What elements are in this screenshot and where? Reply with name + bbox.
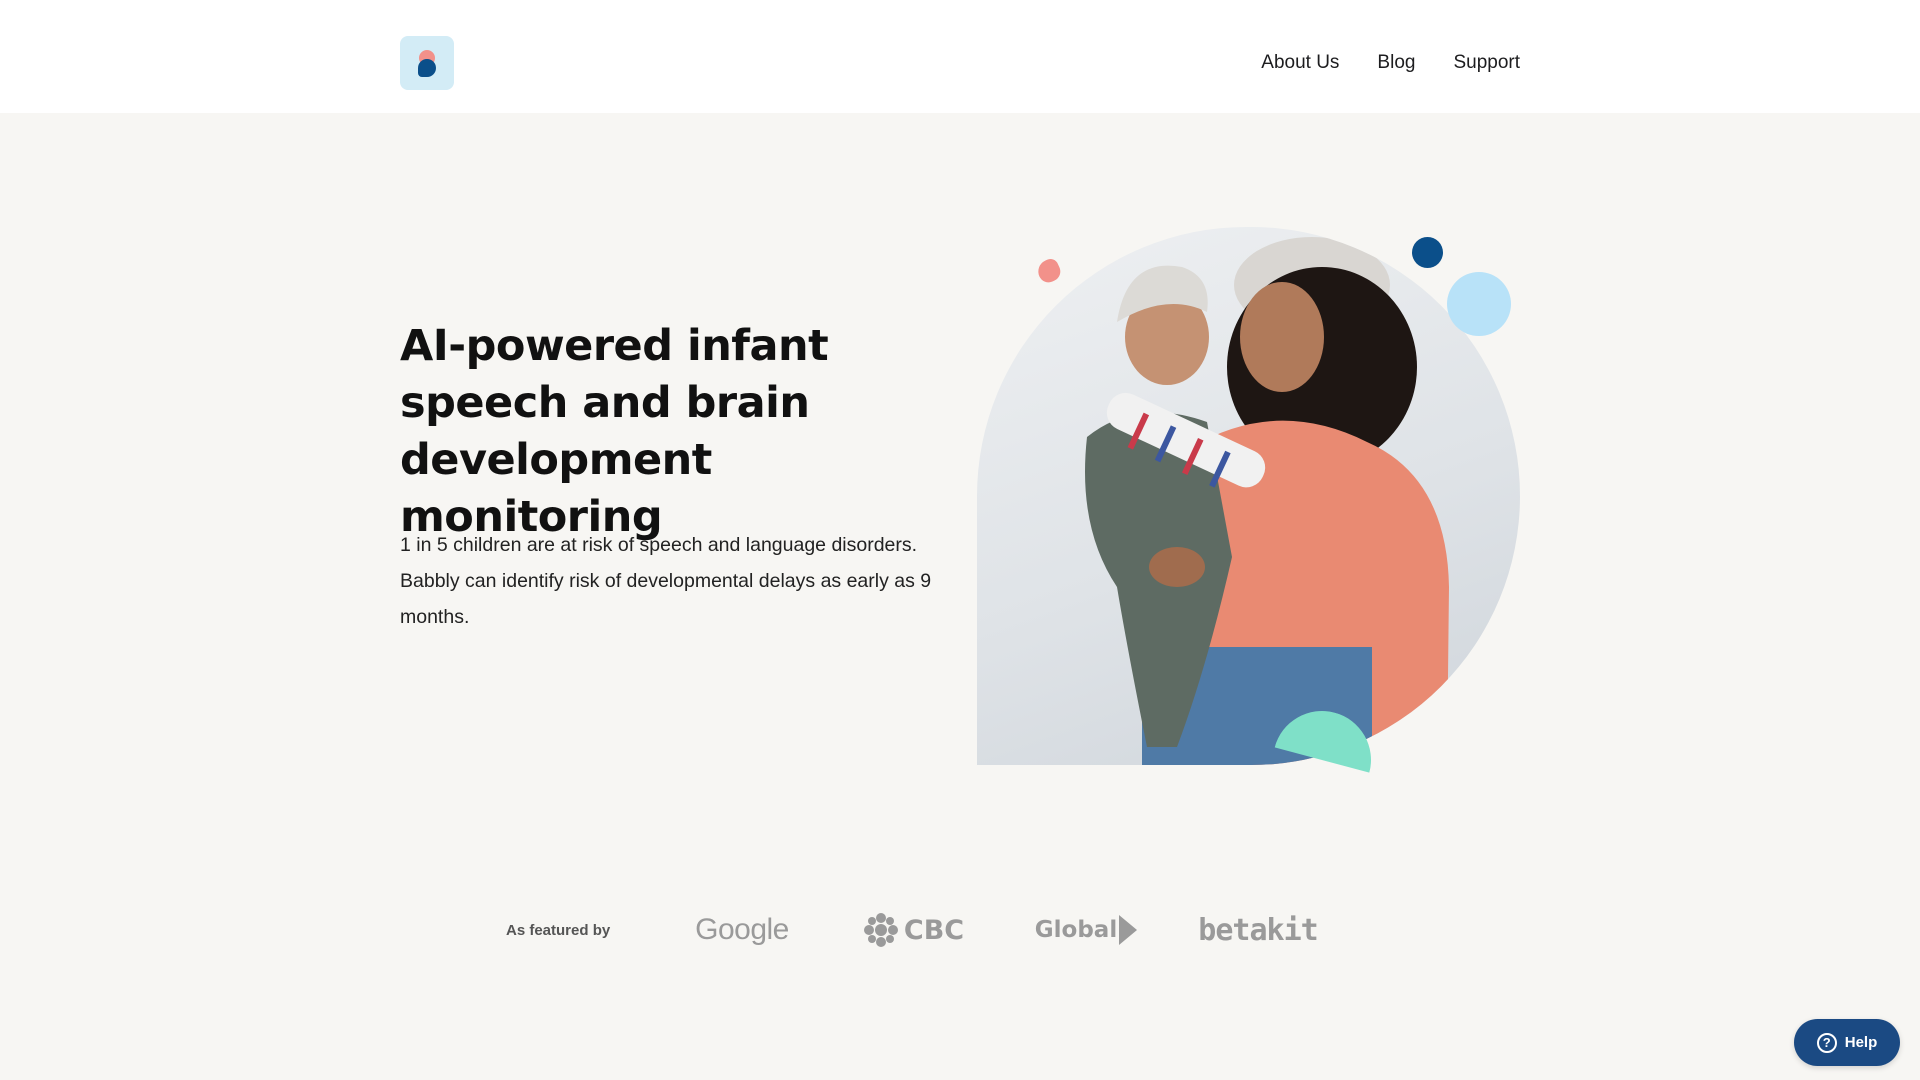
hero-visual	[955, 225, 1535, 785]
nav-about-us[interactable]: About Us	[1261, 52, 1339, 74]
global-logo: Global	[1000, 915, 1172, 945]
decorative-sky-circle	[1447, 272, 1511, 336]
hero-photo-illustration	[1085, 237, 1449, 765]
hero-photo-mother-and-baby	[977, 227, 1520, 765]
mother-hand-shape	[1149, 547, 1205, 587]
decorative-navy-dot	[1412, 237, 1443, 268]
babbly-logo-icon[interactable]	[400, 36, 454, 90]
help-button-label: Help	[1844, 1034, 1878, 1051]
hero-description: 1 in 5 children are at risk of speech an…	[400, 534, 932, 628]
betakit-logo: betakit	[1198, 912, 1318, 948]
site-header: About Us Blog Support	[0, 0, 1920, 113]
global-logo-text: Global	[1034, 917, 1118, 943]
global-arrow-icon	[1119, 915, 1138, 945]
question-circle-icon: ?	[1816, 1032, 1837, 1053]
cbc-logo-text: CBC	[903, 914, 965, 946]
hero-title: AI-powered infant speech and brain devel…	[400, 321, 829, 542]
main-nav: About Us Blog Support	[1261, 52, 1520, 74]
nav-support[interactable]: Support	[1453, 52, 1520, 74]
logo-navy-shape	[418, 59, 436, 77]
featured-by-label: As featured by	[506, 921, 611, 939]
cbc-gem-icon	[863, 913, 898, 947]
help-button[interactable]: ? Help	[1794, 1019, 1900, 1066]
google-logo: Google	[695, 913, 789, 946]
press-logos: Google CBC Global betakit	[656, 913, 1344, 948]
nav-blog[interactable]: Blog	[1377, 52, 1415, 74]
cbc-logo: CBC	[828, 913, 1000, 947]
mother-face-shape	[1240, 282, 1324, 392]
featured-by-section: As featured by Google CBC Global betakit	[506, 900, 1344, 960]
